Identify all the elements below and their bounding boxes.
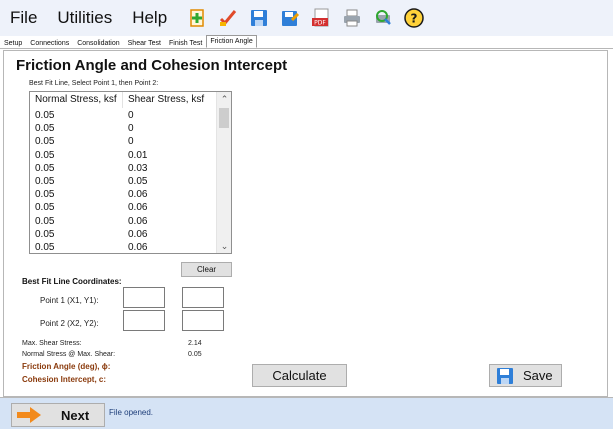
shear-stress-cell: 0 bbox=[128, 123, 134, 135]
table-row[interactable]: 0.05 0.06 bbox=[30, 241, 217, 253]
point1-label: Point 1 (X1, Y1): bbox=[40, 296, 99, 305]
save-button[interactable]: Save bbox=[489, 364, 562, 387]
point2-x-field[interactable] bbox=[123, 310, 165, 331]
scroll-up-icon[interactable]: ⌃ bbox=[217, 92, 231, 106]
save-button-label: Save bbox=[523, 368, 553, 383]
normal-at-max-label: Normal Stress @ Max. Shear: bbox=[22, 351, 116, 358]
shear-stress-cell: 0.06 bbox=[128, 202, 148, 214]
column-header-normal-stress[interactable]: Normal Stress, ksf bbox=[30, 92, 123, 108]
normal-stress-cell: 0.05 bbox=[35, 162, 55, 174]
clear-button[interactable]: Clear bbox=[181, 262, 232, 277]
friction-angle-label: Friction Angle (deg), ϕ: bbox=[22, 362, 111, 371]
pdf-icon[interactable]: PDF bbox=[310, 7, 332, 29]
status-text: File opened. bbox=[109, 408, 154, 417]
menu-bar: File Utilities Help PDF ? bbox=[0, 0, 613, 36]
menu-utilities[interactable]: Utilities bbox=[47, 8, 122, 28]
help-icon[interactable]: ? bbox=[403, 7, 425, 29]
svg-text:PDF: PDF bbox=[314, 20, 326, 27]
shear-stress-cell: 0.06 bbox=[128, 215, 148, 227]
shear-stress-cell: 0.06 bbox=[128, 228, 148, 240]
point1-x-field[interactable] bbox=[123, 287, 165, 308]
normal-stress-cell: 0.05 bbox=[35, 149, 55, 161]
print-preview-icon[interactable] bbox=[372, 7, 394, 29]
save-as-icon[interactable] bbox=[279, 7, 301, 29]
table-row[interactable]: 0.05 0.06 bbox=[30, 229, 217, 242]
shear-stress-cell: 0.03 bbox=[128, 162, 148, 174]
table-row[interactable]: 0.05 0.01 bbox=[30, 150, 217, 163]
best-fit-coordinates-label: Best Fit Line Coordinates: bbox=[22, 277, 122, 286]
normal-stress-cell: 0.05 bbox=[35, 228, 55, 240]
tab-shear-test[interactable]: Shear Test bbox=[124, 37, 165, 48]
edit-icon[interactable] bbox=[217, 7, 239, 29]
next-button[interactable]: Next bbox=[11, 403, 105, 427]
table-row[interactable]: 0.05 0.06 bbox=[30, 189, 217, 202]
column-header-shear-stress[interactable]: Shear Stress, ksf bbox=[123, 92, 217, 108]
save-icon[interactable] bbox=[248, 7, 270, 29]
scroll-down-icon[interactable]: ⌄ bbox=[217, 239, 231, 253]
point1-y-field[interactable] bbox=[182, 287, 224, 308]
tab-friction-angle[interactable]: Friction Angle bbox=[206, 35, 257, 48]
next-button-label: Next bbox=[61, 407, 90, 423]
table-row[interactable]: 0.05 0.06 bbox=[30, 216, 217, 229]
table-row[interactable]: 0.05 0 bbox=[30, 123, 217, 136]
normal-stress-cell: 0.05 bbox=[35, 123, 55, 135]
svg-text:?: ? bbox=[411, 12, 418, 26]
list-scrollbar[interactable]: ⌃ ⌄ bbox=[216, 92, 231, 253]
normal-at-max-value: 0.05 bbox=[188, 351, 202, 358]
list-header: Normal Stress, ksf Shear Stress, ksf bbox=[30, 92, 217, 108]
shear-stress-cell: 0.06 bbox=[128, 241, 148, 253]
table-row[interactable]: 0.05 0.03 bbox=[30, 163, 217, 176]
table-row[interactable]: 0.05 0.05 bbox=[30, 176, 217, 189]
tab-strip: Setup Connections Consolidation Shear Te… bbox=[0, 35, 613, 49]
instruction-text: Best Fit Line, Select Point 1, then Poin… bbox=[29, 80, 159, 87]
table-row[interactable]: 0.05 0 bbox=[30, 110, 217, 123]
shear-stress-cell: 0 bbox=[128, 110, 134, 121]
table-row[interactable]: 0.05 0 bbox=[30, 136, 217, 149]
page-title: Friction Angle and Cohesion Intercept bbox=[16, 57, 288, 74]
normal-stress-cell: 0.05 bbox=[35, 175, 55, 187]
print-icon[interactable] bbox=[341, 7, 363, 29]
scroll-thumb[interactable] bbox=[219, 108, 229, 128]
save-icon bbox=[497, 367, 513, 384]
normal-stress-cell: 0.05 bbox=[35, 241, 55, 253]
normal-stress-cell: 0.05 bbox=[35, 110, 55, 121]
stress-list[interactable]: Normal Stress, ksf Shear Stress, ksf 0.0… bbox=[29, 91, 232, 254]
point2-label: Point 2 (X2, Y2): bbox=[40, 319, 99, 328]
normal-stress-cell: 0.05 bbox=[35, 215, 55, 227]
menu-help[interactable]: Help bbox=[122, 8, 177, 28]
table-row[interactable]: 0.05 0.06 bbox=[30, 202, 217, 215]
status-bar: Next File opened. bbox=[0, 397, 613, 429]
calculate-button[interactable]: Calculate bbox=[252, 364, 347, 387]
tab-connections[interactable]: Connections bbox=[26, 37, 73, 48]
normal-stress-cell: 0.05 bbox=[35, 189, 55, 201]
shear-stress-cell: 0 bbox=[128, 136, 134, 148]
arrow-right-icon bbox=[17, 407, 41, 423]
menu-file[interactable]: File bbox=[0, 8, 47, 28]
friction-angle-panel: Friction Angle and Cohesion Intercept Be… bbox=[3, 50, 608, 397]
tab-finish-test[interactable]: Finish Test bbox=[165, 37, 206, 48]
list-rows: 0.05 0 0.05 0 0.05 0 0.05 0.01 0.05 0.03 0.05 0.05 0… bbox=[30, 110, 217, 253]
shear-stress-cell: 0.05 bbox=[128, 175, 148, 187]
max-shear-value: 2.14 bbox=[188, 340, 202, 347]
point2-y-field[interactable] bbox=[182, 310, 224, 331]
shear-stress-cell: 0.01 bbox=[128, 149, 148, 161]
shear-stress-cell: 0.06 bbox=[128, 189, 148, 201]
normal-stress-cell: 0.05 bbox=[35, 136, 55, 148]
max-shear-label: Max. Shear Stress: bbox=[22, 340, 82, 347]
new-document-icon[interactable] bbox=[186, 7, 208, 29]
normal-stress-cell: 0.05 bbox=[35, 202, 55, 214]
tab-consolidation[interactable]: Consolidation bbox=[73, 37, 123, 48]
tab-setup[interactable]: Setup bbox=[0, 37, 26, 48]
cohesion-intercept-label: Cohesion Intercept, c: bbox=[22, 375, 107, 384]
